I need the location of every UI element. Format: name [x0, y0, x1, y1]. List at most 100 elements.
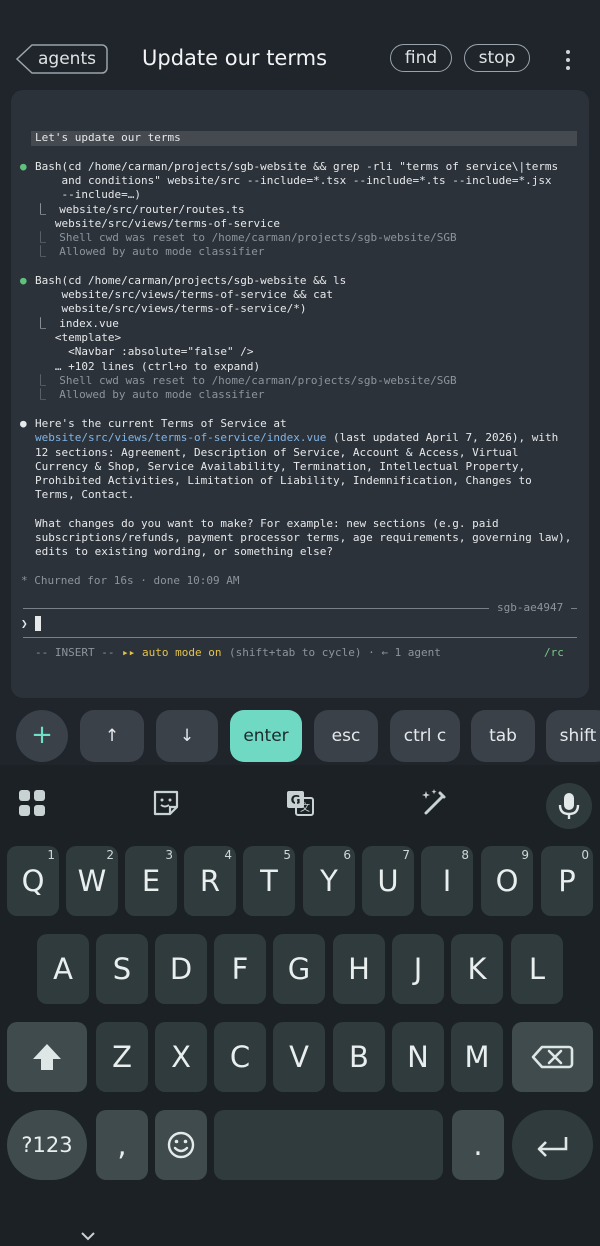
arrow-up-key[interactable]: ↑	[80, 710, 144, 762]
bash2-command-line1: Bash(cd /home/carman/projects/sgb-websit…	[35, 274, 347, 287]
key-g[interactable]: G	[273, 934, 325, 1004]
auto-mode-label[interactable]: auto mode on	[142, 646, 221, 660]
bash1-output2: website/src/views/terms-of-service	[35, 217, 281, 230]
symbols-key[interactable]: ?123	[7, 1110, 87, 1180]
reply-line6: Terms, Contact.	[35, 488, 135, 501]
reply-bullet: ●	[20, 417, 27, 430]
bash2-output1: ⎿ index.vue	[35, 317, 119, 330]
more-options-icon[interactable]	[560, 50, 576, 74]
space-bar[interactable]	[214, 1110, 443, 1180]
key-s[interactable]: S	[96, 934, 148, 1004]
bash1-command-line2: and conditions" website/src --include=*.…	[35, 174, 552, 187]
period-key[interactable]: .	[452, 1110, 504, 1180]
apps-grid-icon[interactable]	[16, 787, 48, 819]
reply-line1: Here's the current Terms of Service at	[35, 417, 287, 430]
key-y[interactable]: Y6	[303, 846, 355, 916]
magic-edit-icon[interactable]	[418, 787, 450, 819]
text-cursor[interactable]	[35, 616, 41, 631]
app-header: agents Update our terms find stop	[0, 0, 600, 90]
translate-icon[interactable]: G 文	[284, 787, 316, 819]
key-l[interactable]: L	[511, 934, 563, 1004]
key-q[interactable]: Q1	[7, 846, 59, 916]
emoji-key[interactable]	[155, 1110, 207, 1180]
back-button[interactable]: agents	[16, 44, 108, 74]
key-i[interactable]: I8	[421, 846, 473, 916]
bash1-status-dot: ●	[20, 160, 27, 173]
bash1-output1: ⎿ website/src/router/routes.ts	[35, 203, 245, 216]
key-d[interactable]: D	[155, 934, 207, 1004]
back-button-label: agents	[38, 49, 96, 69]
reply-line9: edits to existing wording, or something …	[35, 545, 334, 558]
key-z[interactable]: Z	[96, 1022, 148, 1092]
tab-key[interactable]: tab	[471, 710, 535, 762]
session-id: sgb-ae4947	[497, 601, 564, 614]
key-h[interactable]: H	[333, 934, 385, 1004]
bash1-note1: ⎿ Shell cwd was reset to /home/carman/pr…	[35, 231, 457, 244]
status-hint: (shift+tab to cycle) · ← 1 agent	[229, 646, 441, 659]
bash2-note2: ⎿ Allowed by auto mode classifier	[35, 388, 265, 401]
reply-line4: Currency & Shop, Service Availability, T…	[35, 460, 526, 473]
shift-key[interactable]: shift	[546, 710, 600, 762]
reply-line2-rest: (last updated April 7, 2026), with	[326, 431, 559, 444]
key-c[interactable]: C	[214, 1022, 266, 1092]
input-top-rule-end	[571, 608, 577, 609]
stop-button[interactable]: stop	[464, 44, 530, 72]
key-e[interactable]: E3	[125, 846, 177, 916]
arrow-down-key[interactable]: ↓	[156, 710, 218, 762]
comma-key[interactable]: ,	[96, 1110, 148, 1180]
bash2-output3: <Navbar :absolute="false" />	[35, 345, 254, 358]
key-o[interactable]: O9	[481, 846, 533, 916]
key-u[interactable]: U7	[362, 846, 414, 916]
soft-keyboard: G 文 Q1 W2 E3 R4 T5 Y6 U7 I8 O9 P0 A S D …	[0, 765, 600, 1246]
key-w[interactable]: W2	[66, 846, 118, 916]
key-a[interactable]: A	[37, 934, 89, 1004]
emoji-icon	[167, 1131, 195, 1159]
key-v[interactable]: V	[273, 1022, 325, 1092]
key-t[interactable]: T5	[243, 846, 295, 916]
input-top-rule	[23, 608, 489, 609]
terminal-panel[interactable]: Let's update our terms ● Bash(cd /home/c…	[11, 90, 589, 698]
return-icon	[537, 1137, 568, 1157]
reply-line3: 12 sections: Agreement, Description of S…	[35, 446, 519, 459]
user-prompt: Let's update our terms	[35, 131, 181, 144]
svg-text:文: 文	[300, 801, 310, 814]
microphone-icon	[558, 793, 580, 819]
return-key[interactable]	[512, 1110, 593, 1180]
shift-arrow-icon	[33, 1044, 61, 1070]
bash2-status-dot: ●	[20, 274, 27, 287]
shift-keyboard-key[interactable]	[7, 1022, 87, 1092]
key-f[interactable]: F	[214, 934, 266, 1004]
bash2-command-line3: website/src/views/terms-of-service/*)	[35, 302, 307, 315]
enter-key[interactable]: enter	[230, 710, 302, 762]
key-b[interactable]: B	[333, 1022, 385, 1092]
key-n[interactable]: N	[392, 1022, 444, 1092]
key-k[interactable]: K	[451, 934, 503, 1004]
reply-line2: website/src/views/terms-of-service/index…	[35, 431, 558, 445]
key-p[interactable]: P0	[541, 846, 593, 916]
add-key-button[interactable]: +	[16, 710, 68, 762]
bash2-command-line2: website/src/views/terms-of-service && ca…	[35, 288, 334, 301]
prompt-symbol: ❯	[21, 617, 28, 630]
key-x[interactable]: X	[155, 1022, 207, 1092]
reply-line7: What changes do you want to make? For ex…	[35, 517, 499, 530]
bash2-output4[interactable]: … +102 lines (ctrl+o to expand)	[35, 360, 260, 374]
vim-mode: -- INSERT --	[35, 646, 115, 659]
keyboard-collapse-chevron-icon[interactable]	[80, 1231, 96, 1241]
key-j[interactable]: J	[392, 934, 444, 1004]
bash1-note2: ⎿ Allowed by auto mode classifier	[35, 245, 265, 258]
key-m[interactable]: M	[451, 1022, 503, 1092]
reply-line8: subscriptions/refunds, payment processor…	[35, 531, 572, 544]
backspace-key[interactable]	[512, 1022, 593, 1092]
page-title: Update our terms	[142, 46, 328, 70]
terms-file-link[interactable]: website/src/views/terms-of-service/index…	[35, 431, 326, 444]
bash2-output2: <template>	[35, 331, 122, 344]
sticker-icon[interactable]	[150, 787, 182, 819]
esc-key[interactable]: esc	[314, 710, 378, 762]
reply-line5: Prohibited Activities, Limitation of Lia…	[35, 474, 532, 487]
remote-control-label[interactable]: /rc	[544, 646, 564, 660]
ctrl-c-key[interactable]: ctrl c	[390, 710, 460, 762]
voice-input-button[interactable]	[546, 783, 592, 829]
key-r[interactable]: R4	[184, 846, 236, 916]
input-bottom-rule	[23, 637, 577, 638]
find-button[interactable]: find	[390, 44, 452, 72]
